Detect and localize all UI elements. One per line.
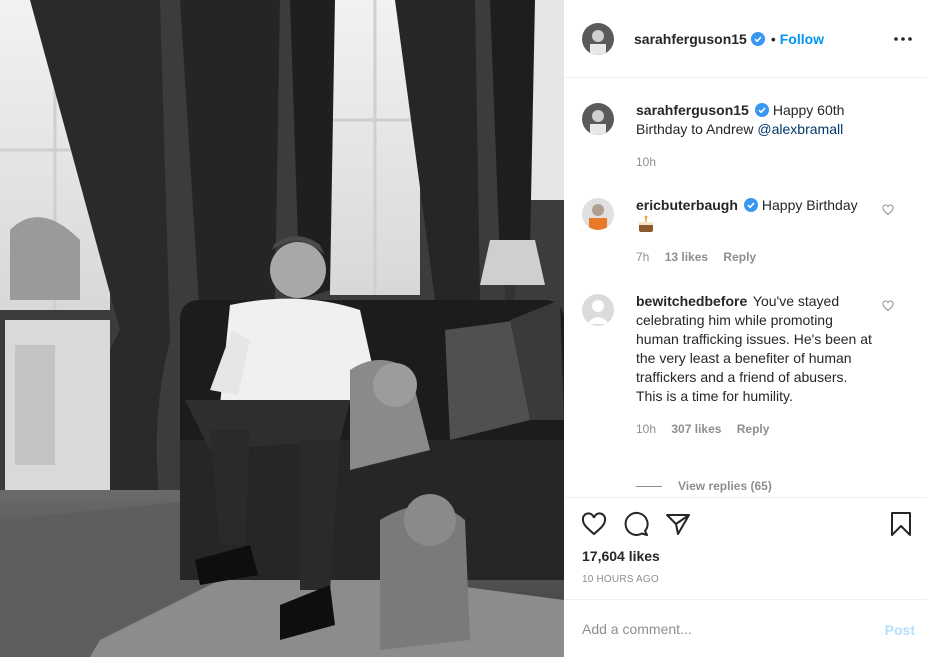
comment-text: You've stayed celebrating him while prom… <box>636 293 872 404</box>
comment-time[interactable]: 10h <box>636 155 656 169</box>
post-header: sarahferguson15 • Follow <box>564 0 927 78</box>
comment-likes[interactable]: 307 likes <box>671 422 721 436</box>
avatar[interactable] <box>582 198 614 230</box>
comments-list[interactable]: sarahferguson15 Happy 60th Birthday to An… <box>564 79 927 497</box>
comment-item: bewitchedbefore You've stayed celebratin… <box>582 292 912 439</box>
comment-username[interactable]: bewitchedbefore <box>636 293 747 309</box>
comment-meta: 10h <box>636 153 876 172</box>
post-actions: 17,604 likes 10 HOURS AGO <box>564 497 927 599</box>
view-replies-label: View replies (65) <box>678 479 772 493</box>
like-comment-heart-icon[interactable] <box>882 300 894 312</box>
heart-icon[interactable] <box>580 510 608 538</box>
add-comment-input[interactable] <box>582 618 862 640</box>
birthday-cake-icon <box>639 215 653 232</box>
comment-meta: 7h 13 likes Reply <box>636 248 876 267</box>
likes-count[interactable]: 17,604 likes <box>582 548 660 564</box>
comment-text: Happy Birthday <box>761 197 858 213</box>
like-comment-heart-icon[interactable] <box>882 204 894 216</box>
post-timestamp[interactable]: 10 HOURS AGO <box>582 574 659 585</box>
avatar[interactable] <box>582 103 614 135</box>
reply-button[interactable]: Reply <box>723 250 756 264</box>
avatar[interactable] <box>582 294 614 326</box>
mention-link[interactable]: @alexbramall <box>757 121 843 137</box>
comment-time[interactable]: 10h <box>636 422 656 436</box>
bookmark-icon[interactable] <box>887 510 915 538</box>
add-comment-bar: Post <box>564 599 927 657</box>
comment-item: ericbuterbaugh Happy Birthday 7h 13 likes… <box>582 196 912 267</box>
verified-icon <box>743 198 758 212</box>
reply-button[interactable]: Reply <box>737 422 770 436</box>
comment-username[interactable]: ericbuterbaugh <box>636 197 738 213</box>
share-icon[interactable] <box>664 510 692 538</box>
comment-icon[interactable] <box>622 510 650 538</box>
replies-divider <box>636 485 662 487</box>
comment-time[interactable]: 7h <box>636 250 649 264</box>
post-username[interactable]: sarahferguson15 <box>634 31 747 47</box>
comment-likes[interactable]: 13 likes <box>665 250 708 264</box>
verified-icon <box>754 103 769 117</box>
avatar[interactable] <box>582 22 614 55</box>
follow-button[interactable]: Follow <box>780 31 824 47</box>
separator-dot: • <box>770 30 776 47</box>
comment-username[interactable]: sarahferguson15 <box>636 102 749 118</box>
post-sidebar: sarahferguson15 • Follow sarahferguson15… <box>564 0 927 657</box>
verified-icon <box>750 31 765 46</box>
caption-comment: sarahferguson15 Happy 60th Birthday to An… <box>582 101 912 172</box>
post-photo[interactable] <box>0 0 564 657</box>
post-image <box>0 0 564 657</box>
comment-meta: 10h 307 likes Reply <box>636 420 876 439</box>
post-comment-button[interactable]: Post <box>885 622 915 638</box>
more-options-icon[interactable] <box>891 28 915 50</box>
view-replies-button[interactable]: View replies (65) <box>636 479 772 493</box>
